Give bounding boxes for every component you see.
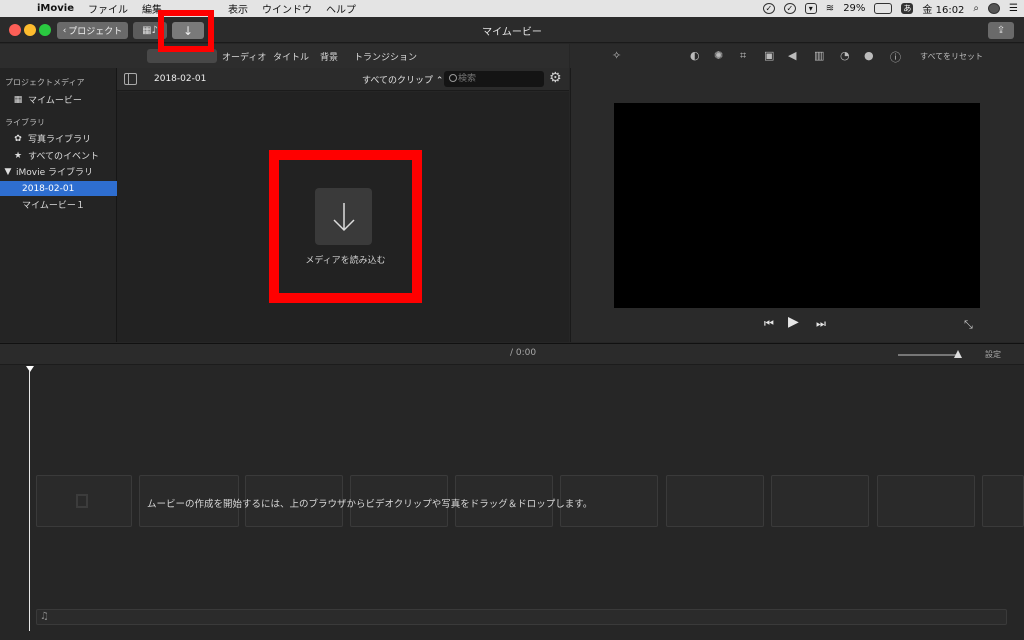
user-avatar-icon[interactable] — [988, 3, 1001, 14]
battery-percent: 29% — [843, 3, 866, 14]
disclosure-triangle-icon[interactable]: ▼ — [4, 167, 12, 177]
task-status-icon[interactable]: ✓ — [783, 3, 796, 14]
stabilization-icon[interactable]: ▣ — [764, 49, 774, 62]
sidebar-item-my-movie-1[interactable]: マイムービー１ — [0, 197, 117, 212]
reset-all-button[interactable]: すべてをリセット — [920, 51, 983, 62]
window-title: マイムービー — [482, 27, 542, 38]
status-area: ✓ ✓ ▾ ≋ 29% あ 金 16:02 ⌕ ☰ — [762, 0, 1018, 17]
color-balance-icon[interactable]: ◐ — [690, 49, 700, 62]
tab-audio[interactable]: オーディオ — [222, 50, 266, 63]
crop-icon[interactable]: ⌗ — [740, 49, 746, 63]
skip-forward-icon[interactable]: ⏭ — [816, 317, 826, 331]
menubar: iMovie ファイル 編集 表示 ウインドウ ヘルプ ✓ ✓ ▾ ≋ 29% … — [0, 0, 1024, 17]
tab-titles[interactable]: タイトル — [273, 50, 309, 63]
gear-icon[interactable]: ⚙ — [549, 70, 562, 86]
timecode: / 0:00 — [510, 348, 537, 358]
volume-icon[interactable]: ◀ — [788, 49, 796, 62]
input-method-indicator[interactable]: あ — [901, 3, 914, 14]
highlight-import-button — [158, 10, 214, 52]
check-status-icon[interactable]: ✓ — [762, 3, 775, 14]
menu-file[interactable]: ファイル — [81, 1, 135, 16]
menu-window[interactable]: ウインドウ — [255, 1, 319, 16]
library-sidebar: プロジェクトメディア ▦ マイムービー ライブラリ ✿ 写真ライブラリ ★ すべ… — [0, 68, 117, 342]
project-media-header: プロジェクトメディア — [5, 78, 85, 87]
sidebar-item-my-movie[interactable]: ▦ マイムービー — [0, 92, 117, 107]
share-button[interactable]: ⇪ — [988, 22, 1014, 39]
sidebar-item-photo-library[interactable]: ✿ 写真ライブラリ — [0, 131, 117, 146]
clock[interactable]: 金 16:02 — [922, 1, 964, 16]
music-note-icon: ♫ — [40, 611, 49, 622]
film-icon — [76, 494, 88, 508]
clip-placeholder — [877, 475, 975, 527]
playhead[interactable] — [29, 371, 30, 631]
filter-icon[interactable]: ● — [864, 49, 874, 62]
sidebar-item-all-events[interactable]: ★ すべてのイベント — [0, 148, 117, 163]
speed-icon[interactable]: ◔ — [840, 49, 850, 62]
skip-back-icon[interactable]: ⏮ — [764, 317, 774, 331]
clip-filter-select[interactable]: すべてのクリップ ⌃ — [362, 73, 443, 86]
playhead-handle[interactable] — [26, 366, 34, 372]
zoom-slider[interactable] — [898, 354, 958, 356]
tab-backgrounds[interactable]: 背景 — [320, 50, 338, 63]
fullscreen-icon[interactable]: ⤡ — [964, 318, 973, 332]
clapperboard-icon: ▦ — [13, 94, 23, 105]
star-icon: ★ — [13, 150, 23, 161]
menu-imovie[interactable]: iMovie — [30, 3, 81, 14]
audio-lane[interactable] — [36, 609, 1007, 625]
library-header: ライブラリ — [5, 118, 45, 127]
timeline-hint: ムービーの作成を開始するには、上のブラウザからビデオクリップや写真をドラッグ＆ド… — [147, 499, 593, 510]
share-icon: ⇪ — [996, 25, 1006, 36]
color-correction-icon[interactable]: ✺ — [714, 49, 723, 62]
notification-center-icon[interactable]: ☰ — [1009, 3, 1018, 14]
clip-placeholder — [666, 475, 764, 527]
timeline-settings-button[interactable]: 設定 — [985, 349, 1001, 360]
sidebar-item-event-2018-02-01[interactable]: 2018-02-01 — [0, 181, 117, 196]
zoom-slider-knob[interactable] — [954, 350, 962, 358]
event-date-label: 2018-02-01 — [154, 74, 207, 84]
video-preview — [614, 103, 980, 308]
sidebar-toggle-icon[interactable] — [124, 73, 137, 85]
menu-help[interactable]: ヘルプ — [319, 1, 363, 16]
sidebar-item-imovie-library[interactable]: ▼ iMovie ライブラリ — [0, 164, 117, 179]
info-icon[interactable]: ⓘ — [890, 49, 901, 65]
clip-placeholder — [982, 475, 1024, 527]
spotlight-search-icon[interactable]: ⌕ — [973, 3, 979, 14]
play-icon[interactable]: ▶ — [788, 314, 799, 330]
magic-wand-icon[interactable]: ✧ — [612, 49, 621, 62]
titlebar: ‹ プロジェクト ▦♪ ↓ マイムービー ⇪ — [0, 17, 1024, 43]
wifi-icon[interactable]: ≋ — [826, 3, 834, 14]
tab-transitions[interactable]: トランジション — [354, 50, 417, 63]
browser-tab-row: オーディオ タイトル 背景 トランジション — [0, 44, 569, 68]
airplay-icon[interactable]: ▾ — [804, 3, 817, 14]
highlight-import-area — [269, 150, 422, 303]
battery-icon[interactable] — [874, 3, 893, 14]
menu-view[interactable]: 表示 — [221, 1, 255, 16]
search-input[interactable] — [444, 71, 544, 87]
equalizer-icon[interactable]: ▥ — [814, 49, 824, 62]
photos-icon: ✿ — [14, 133, 22, 144]
search-icon — [449, 74, 457, 82]
clip-placeholder — [771, 475, 869, 527]
